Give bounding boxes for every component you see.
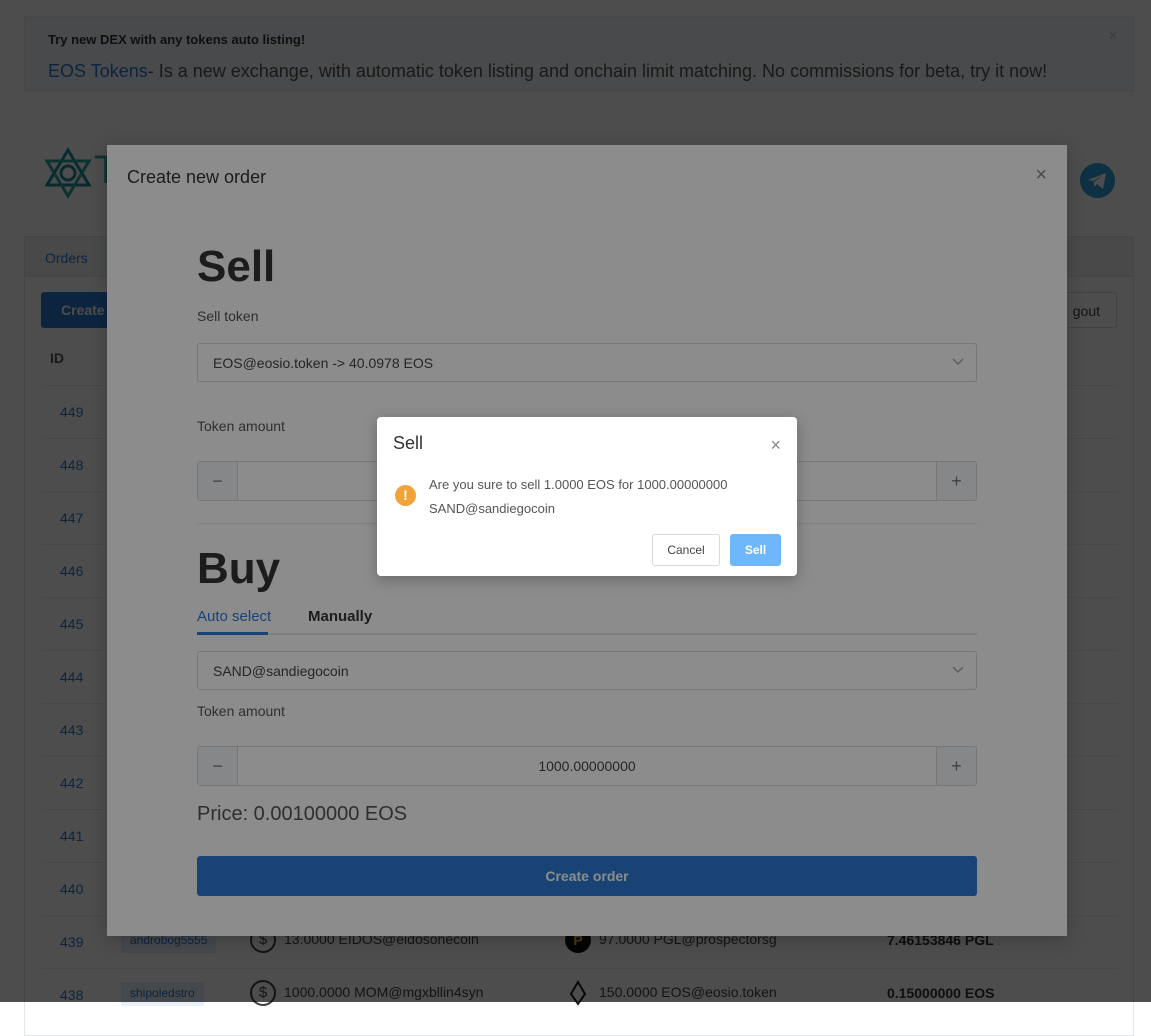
confirm-message: Are you sure to sell 1.0000 EOS for 1000… bbox=[429, 477, 728, 516]
cancel-button[interactable]: Cancel bbox=[652, 534, 720, 566]
confirm-close-icon[interactable]: × bbox=[770, 435, 781, 456]
sell-button[interactable]: Sell bbox=[730, 534, 781, 566]
warning-icon: ! bbox=[395, 485, 416, 506]
sell-confirm-dialog: Sell × ! Are you sure to sell 1.0000 EOS… bbox=[377, 417, 797, 576]
confirm-title: Sell bbox=[393, 433, 424, 453]
